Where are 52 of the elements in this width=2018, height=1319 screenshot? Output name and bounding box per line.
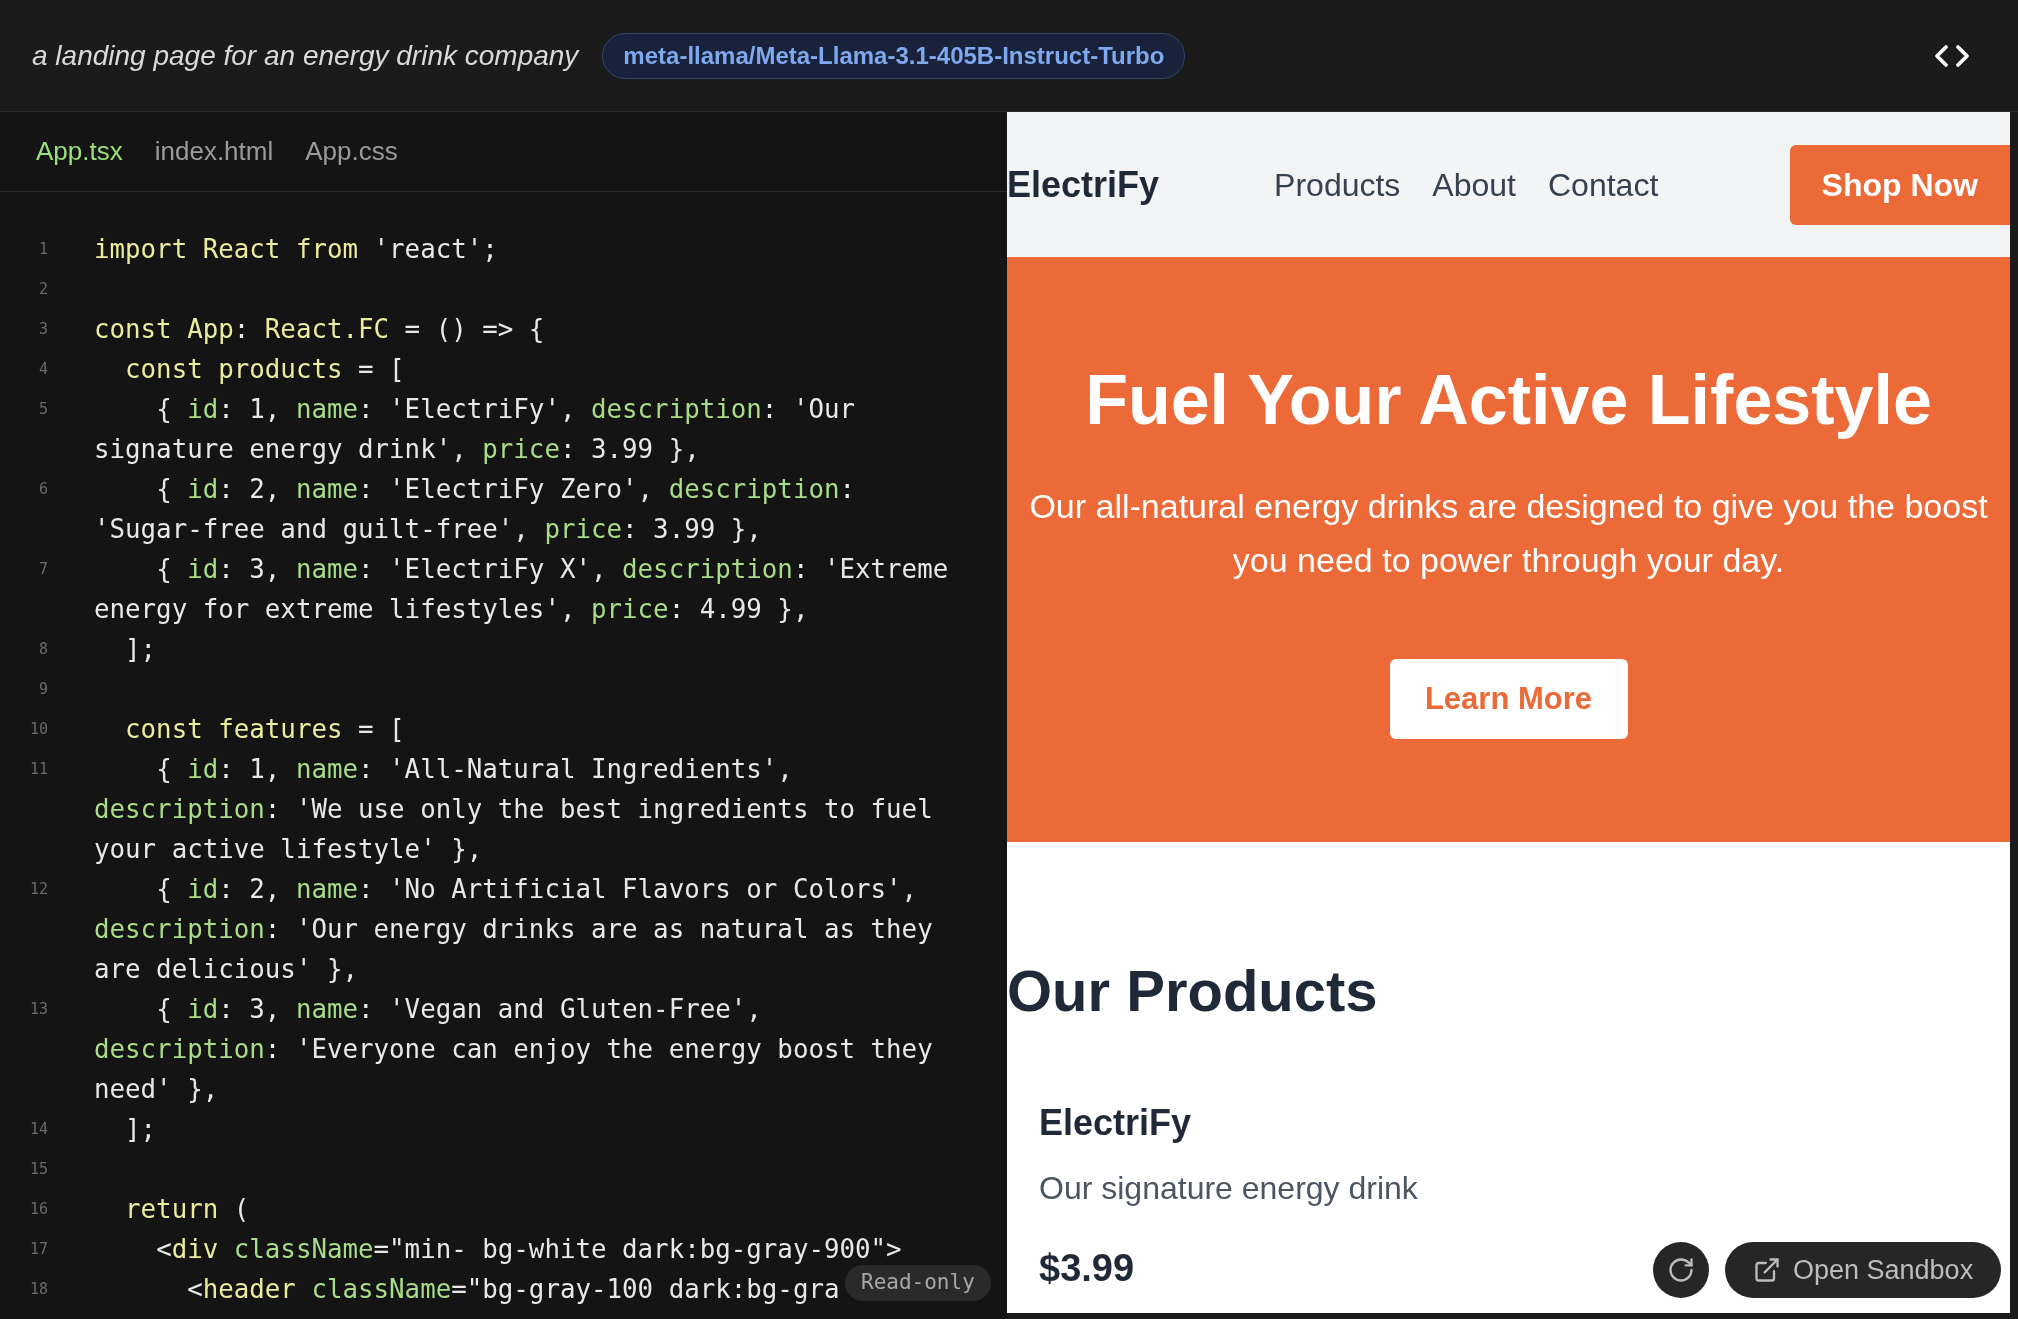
line-number: 6 xyxy=(37,479,48,500)
read-only-badge: Read-only xyxy=(845,1265,991,1301)
file-tab[interactable]: App.css xyxy=(305,132,398,171)
nav-link[interactable]: Contact xyxy=(1548,160,1659,209)
file-tab[interactable]: index.html xyxy=(154,132,274,171)
line-number: 2 xyxy=(37,279,48,300)
line-number: 12 xyxy=(28,879,48,900)
code-line: const features = [ xyxy=(124,713,405,746)
code-line: { id: 2, name: 'ElectriFy Zero', description: 'Sugar-free and guilt-free', price: 3.99 }, xyxy=(94,473,857,546)
line-number: 13 xyxy=(28,999,48,1020)
model-badge: meta-llama/Meta-Llama-3.1-405B-Instruct-Turbo xyxy=(602,32,1186,79)
nav-link[interactable]: About xyxy=(1432,160,1516,209)
file-tab[interactable]: App.tsx xyxy=(36,132,123,171)
prompt-text: a landing page for an energy drink company xyxy=(32,38,579,73)
code-line: const products = [ xyxy=(124,353,405,386)
line-number: 17 xyxy=(28,1239,48,1260)
line-number: 9 xyxy=(37,679,48,700)
refresh-button[interactable] xyxy=(1653,1242,1709,1298)
line-number: 3 xyxy=(37,319,48,340)
hero-text: Our all-natural energy drinks are designed to give you the boost you need to power through your day. xyxy=(1028,486,1989,581)
product-name: ElectriFy xyxy=(1039,1101,1192,1145)
section-heading: Our Products xyxy=(1007,957,1379,1025)
external-link-icon xyxy=(1753,1256,1781,1284)
product-description: Our signature energy drink xyxy=(1039,1169,1418,1208)
code-line: ]; xyxy=(124,1113,157,1146)
line-number: 10 xyxy=(28,719,48,740)
code-line: { id: 2, name: 'No Artificial Flavors or Colors', description: 'Our energy drinks are as natural as they are delicious' }, xyxy=(94,873,934,986)
code-line: { id: 3, name: 'Vegan and Gluten-Free', description: 'Everyone can enjoy the energy boost they need' }, xyxy=(94,993,934,1106)
code-line: import React from 'react'; xyxy=(94,233,498,266)
line-number: 7 xyxy=(37,559,48,580)
line-number: 15 xyxy=(28,1159,48,1180)
line-number: 16 xyxy=(28,1199,48,1220)
code-line: const App: React.FC = () => { xyxy=(94,313,545,346)
refresh-icon xyxy=(1667,1256,1695,1284)
line-number: 5 xyxy=(37,399,48,420)
code-line: { id: 1, name: 'All-Natural Ingredients', description: 'We use only the best ingredients to fuel your active lifestyle' }, xyxy=(94,753,934,866)
product-price: $3.99 xyxy=(1039,1246,1135,1291)
line-number: 18 xyxy=(28,1279,48,1300)
code-line: { id: 3, name: 'ElectriFy X', description: 'Extreme energy for extreme lifestyles', price: 4.99 }, xyxy=(94,553,950,626)
line-number: 1 xyxy=(37,239,48,260)
code-line: <header className="bg-gray-100 dark:bg-gra xyxy=(186,1273,840,1306)
open-sandbox-button[interactable]: Open Sandbox xyxy=(1725,1242,2002,1298)
line-number: 4 xyxy=(37,359,48,380)
line-number: 11 xyxy=(28,759,48,780)
line-number: 8 xyxy=(37,639,48,660)
logo-text: ElectriFy xyxy=(1007,162,1160,207)
nav-link[interactable]: Products xyxy=(1274,160,1401,209)
code-line: ]; xyxy=(124,633,157,666)
code-line: <div className="min- bg-white dark:bg-gray-900"> xyxy=(155,1233,902,1266)
code-line: { id: 1, name: 'ElectriFy', description: 'Our signature energy drink', price: 3.99 }, xyxy=(94,393,857,466)
code-line: return ( xyxy=(124,1193,250,1226)
line-number: 14 xyxy=(28,1119,48,1140)
